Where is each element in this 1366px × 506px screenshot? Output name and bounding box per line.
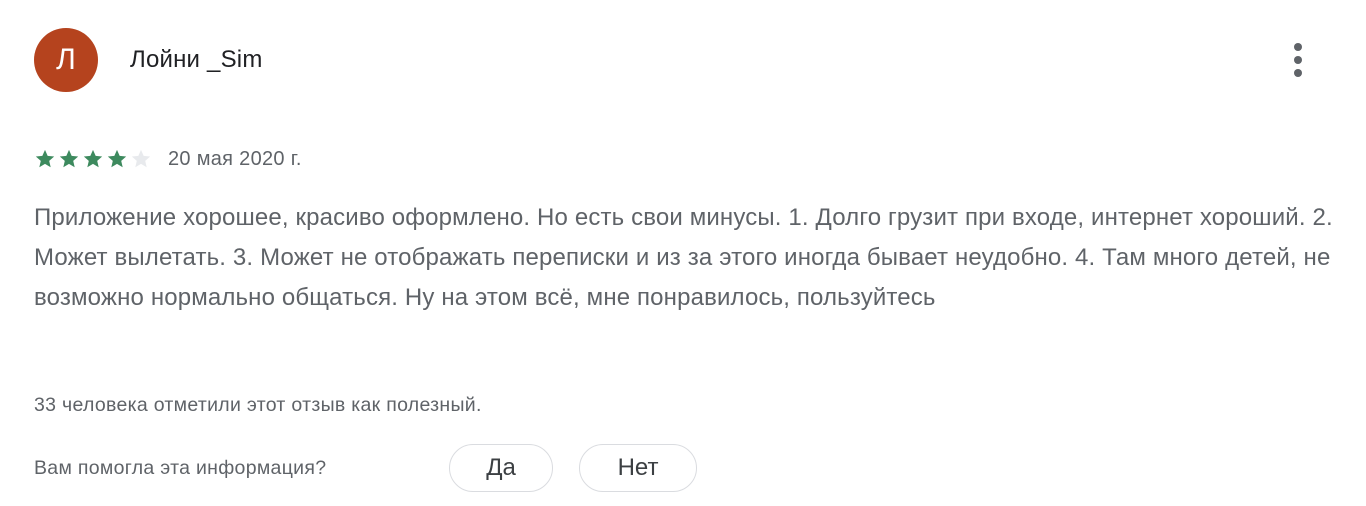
review-date: 20 мая 2020 г.	[168, 147, 302, 170]
review-text: Приложение хорошее, красиво оформлено. Н…	[34, 204, 1333, 311]
more-options-button[interactable]	[1278, 38, 1318, 82]
star-empty-icon	[131, 149, 151, 168]
more-vert-icon	[1294, 43, 1302, 51]
review-card: Л Лойни _Sim 20 мая 2020 г. Приложение х…	[0, 0, 1366, 506]
avatar-letter: Л	[56, 43, 76, 76]
helpful-count: 33 человека отметили этот отзыв как поле…	[34, 394, 482, 416]
more-vert-icon-dot	[1294, 69, 1302, 77]
star-rating	[34, 148, 152, 170]
more-vert-icon-dot	[1294, 56, 1302, 64]
star-filled-icon	[59, 149, 79, 168]
author-name: Лойни _Sim	[130, 46, 263, 73]
helpful-yes-button[interactable]: Да	[449, 444, 553, 492]
star-filled-icon	[83, 149, 103, 168]
avatar: Л	[34, 28, 98, 92]
helpful-question: Вам помогла эта информация?	[34, 457, 327, 479]
rating-row: 20 мая 2020 г.	[34, 142, 302, 176]
star-filled-icon	[35, 149, 55, 168]
star-filled-icon	[107, 149, 127, 168]
helpful-no-button[interactable]: Нет	[579, 444, 697, 492]
